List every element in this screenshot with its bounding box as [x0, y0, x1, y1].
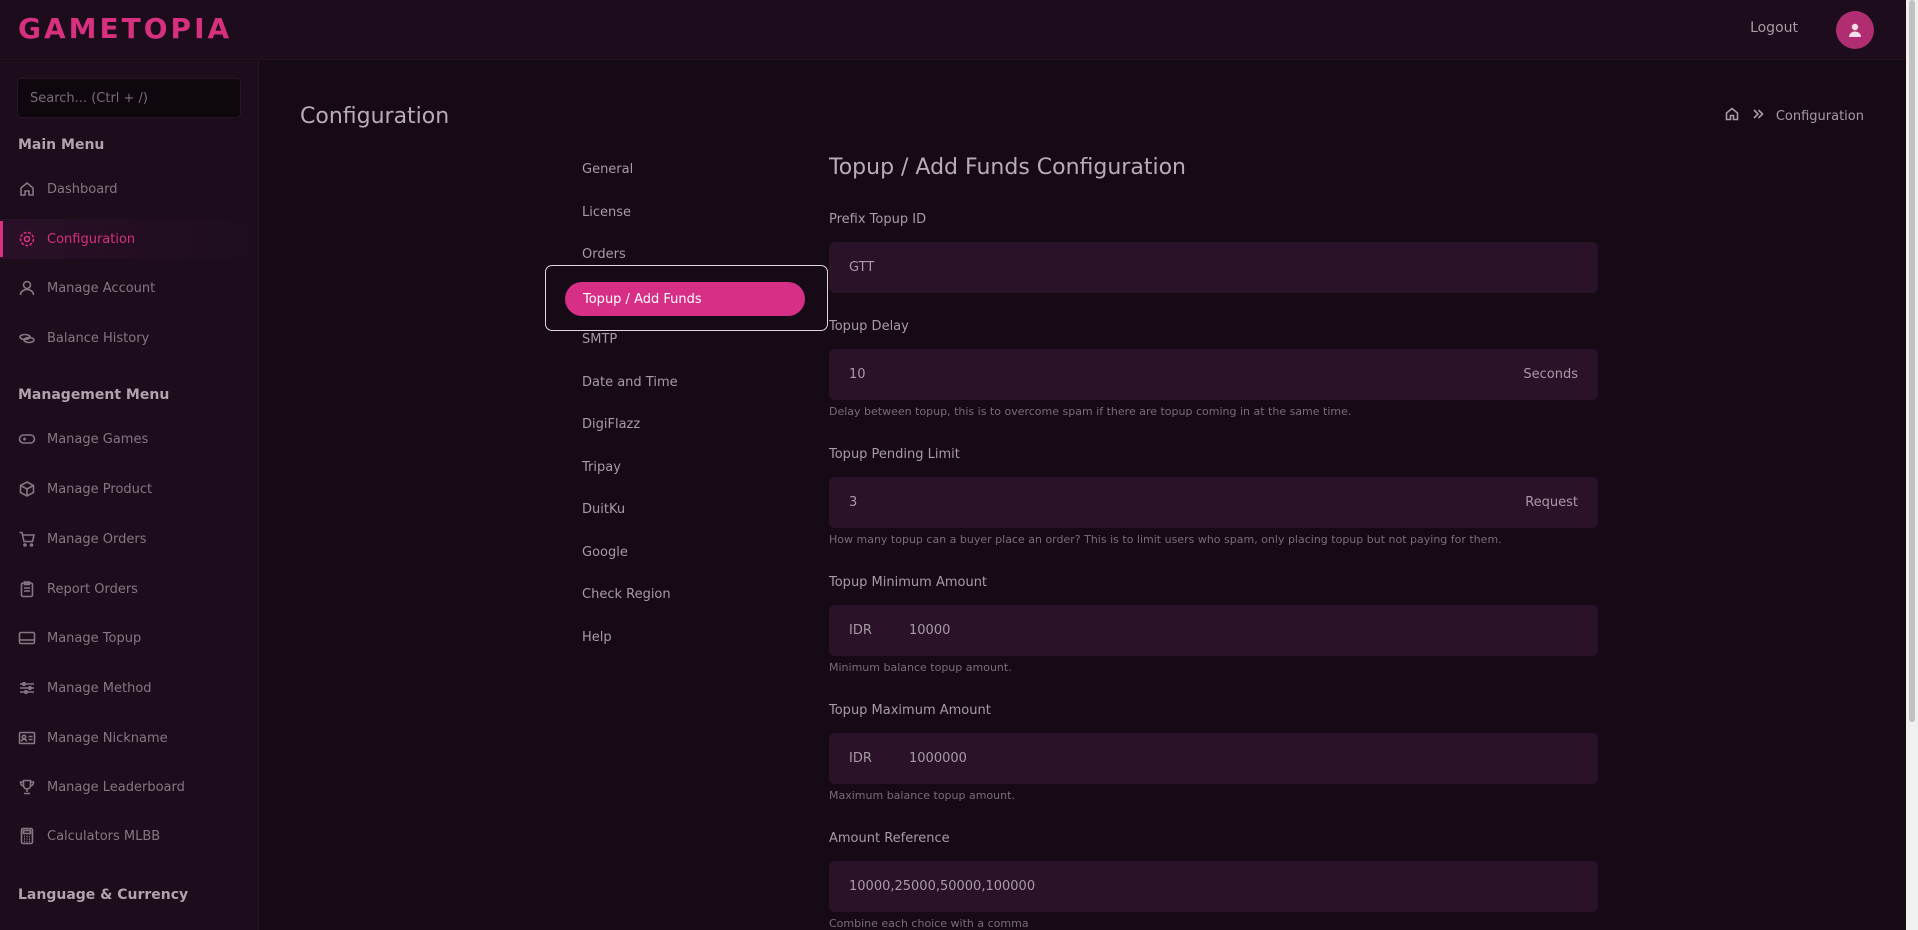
currency-prefix: IDR — [849, 751, 872, 766]
topup-minimum-amount-label: Topup Minimum Amount — [829, 575, 988, 590]
sidebar-item-label: Manage Product — [47, 481, 153, 497]
sidebar-item-configuration[interactable]: Configuration — [0, 219, 258, 259]
box-icon — [18, 480, 36, 498]
config-nav-smtp[interactable]: SMTP — [582, 332, 617, 347]
sidebar-item-manage-orders[interactable]: Manage Orders — [0, 519, 258, 559]
search-input[interactable] — [17, 78, 241, 118]
config-nav-topup-add-funds[interactable]: Topup / Add Funds — [565, 282, 805, 316]
sidebar-item-label: Manage Nickname — [47, 730, 168, 746]
topup-delay-label: Topup Delay — [829, 319, 909, 334]
sidebar-item-manage-nickname[interactable]: Manage Nickname — [0, 718, 258, 758]
topup-minimum-amount-input[interactable] — [909, 623, 1578, 638]
chevron-double-right-icon — [1750, 106, 1766, 126]
config-nav-check-region[interactable]: Check Region — [582, 587, 671, 602]
user-avatar-icon — [1849, 23, 1861, 37]
sidebar: Main Menu Dashboard Configuration Manage… — [0, 61, 259, 930]
sidebar-item-label: Balance History — [47, 330, 150, 346]
management-menu-heading: Management Menu — [18, 387, 170, 403]
sidebar-item-manage-method[interactable]: Manage Method — [0, 668, 258, 708]
home-icon[interactable] — [1724, 106, 1740, 126]
topup-delay-help: Delay between topup, this is to overcome… — [829, 405, 1352, 418]
topup-delay-field[interactable]: Seconds — [829, 349, 1598, 400]
sidebar-item-manage-leaderboard[interactable]: Manage Leaderboard — [0, 767, 258, 807]
user-icon — [18, 279, 36, 297]
sidebar-item-manage-product[interactable]: Manage Product — [0, 469, 258, 509]
amount-reference-input[interactable] — [849, 879, 1578, 894]
amount-reference-help: Combine each choice with a comma — [829, 917, 1029, 930]
config-nav-general[interactable]: General — [582, 162, 633, 177]
topup-maximum-amount-field[interactable]: IDR — [829, 733, 1598, 784]
sidebar-item-label: Manage Method — [47, 680, 152, 696]
coins-icon — [18, 329, 36, 347]
scrollbar-thumb[interactable] — [1909, 0, 1915, 722]
main-menu-heading: Main Menu — [18, 137, 105, 153]
page-title: Configuration — [300, 104, 450, 129]
sidebar-item-label: Manage Topup — [47, 630, 142, 646]
sidebar-item-label: Manage Leaderboard — [47, 779, 185, 795]
avatar[interactable] — [1836, 11, 1874, 49]
amount-reference-label: Amount Reference — [829, 831, 950, 846]
trophy-icon — [18, 778, 36, 796]
sidebar-item-manage-topup[interactable]: Manage Topup — [0, 618, 258, 658]
topup-pending-limit-input[interactable] — [849, 495, 1526, 510]
breadcrumb: Configuration — [1724, 106, 1864, 126]
app-logo[interactable]: GAMETOPIA — [18, 12, 232, 45]
breadcrumb-current: Configuration — [1775, 108, 1864, 124]
topup-maximum-amount-help: Maximum balance topup amount. — [829, 789, 1015, 802]
topup-maximum-amount-label: Topup Maximum Amount — [829, 703, 991, 718]
topup-minimum-amount-field[interactable]: IDR — [829, 605, 1598, 656]
sidebar-item-label: Configuration — [47, 231, 136, 247]
config-nav-google[interactable]: Google — [582, 545, 628, 560]
sidebar-item-label: Manage Orders — [47, 531, 147, 547]
sidebar-item-manage-games[interactable]: Manage Games — [0, 419, 258, 459]
config-nav-orders[interactable]: Orders — [582, 247, 626, 262]
config-nav-duitku[interactable]: DuitKu — [582, 502, 625, 517]
topup-pending-limit-help: How many topup can a buyer place an orde… — [829, 533, 1502, 546]
prefix-topup-id-label: Prefix Topup ID — [829, 212, 927, 227]
calculator-icon — [18, 827, 36, 845]
config-nav-tripay[interactable]: Tripay — [582, 460, 621, 475]
currency-prefix: IDR — [849, 623, 872, 638]
home-icon — [18, 180, 36, 198]
sidebar-item-label: Report Orders — [47, 581, 138, 597]
config-nav-help[interactable]: Help — [582, 630, 612, 645]
sidebar-item-label: Dashboard — [47, 181, 118, 197]
config-nav-date-time[interactable]: Date and Time — [582, 375, 678, 390]
amount-reference-field[interactable] — [829, 861, 1598, 912]
section-title: Topup / Add Funds Configuration — [829, 155, 1186, 180]
config-nav-digiflazz[interactable]: DigiFlazz — [582, 417, 640, 432]
gamepad-icon — [18, 430, 36, 448]
sidebar-item-balance-history[interactable]: Balance History — [0, 318, 258, 358]
id-card-icon — [18, 729, 36, 747]
topup-minimum-amount-help: Minimum balance topup amount. — [829, 661, 1012, 674]
sidebar-item-manage-account[interactable]: Manage Account — [0, 268, 258, 308]
sidebar-item-label: Manage Games — [47, 431, 149, 447]
sidebar-item-dashboard[interactable]: Dashboard — [0, 169, 258, 209]
prefix-topup-id-field[interactable] — [829, 242, 1598, 293]
topup-pending-limit-field[interactable]: Request — [829, 477, 1598, 528]
topup-pending-limit-unit: Request — [1525, 495, 1578, 510]
topup-maximum-amount-input[interactable] — [909, 751, 1578, 766]
sidebar-item-label: Calculators MLBB — [47, 828, 161, 844]
sidebar-item-report-orders[interactable]: Report Orders — [0, 569, 258, 609]
config-nav-license[interactable]: License — [582, 205, 631, 220]
language-currency-heading: Language & Currency — [18, 887, 189, 903]
logout-link[interactable]: Logout — [1750, 20, 1798, 36]
gear-icon — [18, 230, 36, 248]
sliders-icon — [18, 679, 36, 697]
topup-delay-unit: Seconds — [1523, 367, 1578, 382]
top-bar: GAMETOPIA Logout — [0, 0, 1906, 60]
cart-icon — [18, 530, 36, 548]
topup-delay-input[interactable] — [849, 367, 1524, 382]
clipboard-icon — [18, 580, 36, 598]
prefix-topup-id-input[interactable] — [849, 260, 1578, 275]
page-scrollbar[interactable] — [1906, 0, 1918, 930]
topup-pending-limit-label: Topup Pending Limit — [829, 447, 960, 462]
sidebar-item-label: Manage Account — [47, 280, 156, 296]
sidebar-item-calculators-mlbb[interactable]: Calculators MLBB — [0, 816, 258, 856]
card-icon — [18, 629, 36, 647]
